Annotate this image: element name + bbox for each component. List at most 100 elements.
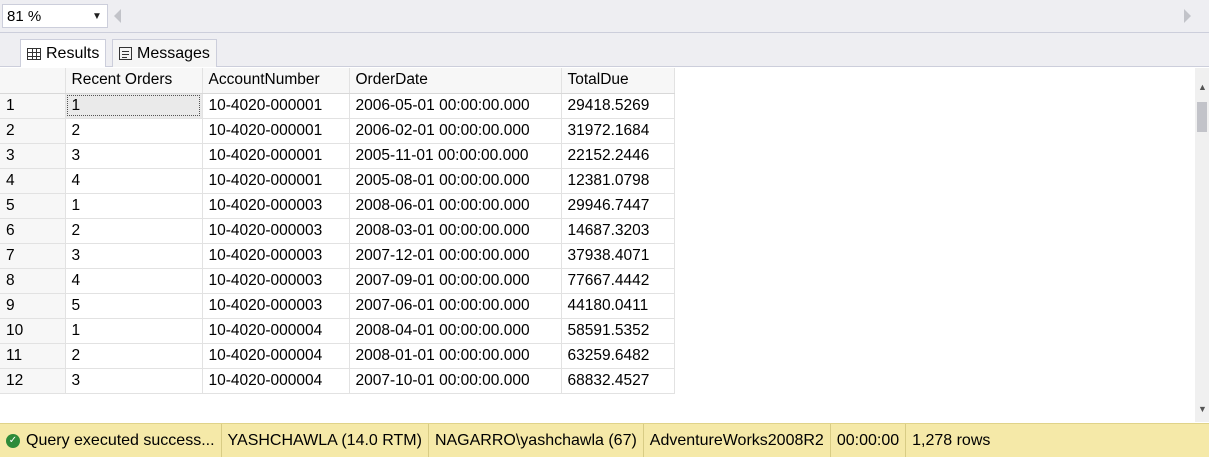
table-row[interactable]: 6 2 10-4020-000003 2008-03-01 00:00:00.000 1… [0,218,675,244]
scroll-right-icon[interactable] [1184,9,1191,23]
order-date-cell[interactable]: 2008-04-01 00:00:00.000 [349,318,562,344]
result-tabs: Results Messages [0,33,1209,67]
order-date-cell[interactable]: 2006-02-01 00:00:00.000 [349,118,562,144]
account-number-cell[interactable]: 10-4020-000003 [202,268,350,294]
results-table: Recent Orders AccountNumber OrderDate To… [0,68,675,394]
order-date-cell[interactable]: 2005-11-01 00:00:00.000 [349,143,562,169]
status-user: NAGARRO\yashchawla (67) [429,424,644,457]
table-row[interactable]: 7 3 10-4020-000003 2007-12-01 00:00:00.000 3… [0,243,675,269]
recent-orders-cell[interactable]: 1 [65,318,203,344]
scroll-up-icon[interactable]: ▲ [1198,82,1207,92]
row-header-corner[interactable] [0,68,66,94]
messages-icon [119,47,132,60]
account-number-cell[interactable]: 10-4020-000001 [202,93,350,119]
table-row[interactable]: 5 1 10-4020-000003 2008-06-01 00:00:00.000 2… [0,193,675,219]
table-row[interactable]: 9 5 10-4020-000003 2007-06-01 00:00:00.000 4… [0,293,675,319]
account-number-cell[interactable]: 10-4020-000004 [202,343,350,369]
scroll-left-icon[interactable] [114,9,121,23]
row-number-cell[interactable]: 2 [0,118,66,144]
row-number-cell[interactable]: 8 [0,268,66,294]
order-date-cell[interactable]: 2005-08-01 00:00:00.000 [349,168,562,194]
status-server: YASHCHAWLA (14.0 RTM) [222,424,429,457]
zoom-toolbar: 81 % ▼ [0,0,1209,33]
order-date-cell[interactable]: 2006-05-01 00:00:00.000 [349,93,562,119]
column-header-total-due[interactable]: TotalDue [561,68,675,94]
tab-messages[interactable]: Messages [112,39,217,67]
table-row[interactable]: 2 2 10-4020-000001 2006-02-01 00:00:00.000 3… [0,118,675,144]
account-number-cell[interactable]: 10-4020-000004 [202,318,350,344]
recent-orders-cell[interactable]: 3 [65,368,203,394]
table-row[interactable]: 4 4 10-4020-000001 2005-08-01 00:00:00.000 1… [0,168,675,194]
account-number-cell[interactable]: 10-4020-000001 [202,143,350,169]
order-date-cell[interactable]: 2008-03-01 00:00:00.000 [349,218,562,244]
recent-orders-cell[interactable]: 4 [65,268,203,294]
recent-orders-cell[interactable]: 2 [65,343,203,369]
order-date-cell[interactable]: 2007-09-01 00:00:00.000 [349,268,562,294]
results-grid[interactable]: Recent Orders AccountNumber OrderDate To… [0,68,1195,422]
recent-orders-cell[interactable]: 2 [65,118,203,144]
row-number-cell[interactable]: 9 [0,293,66,319]
recent-orders-cell[interactable]: 1 [65,93,203,119]
total-due-cell[interactable]: 44180.0411 [561,293,675,319]
row-number-cell[interactable]: 3 [0,143,66,169]
row-number-cell[interactable]: 10 [0,318,66,344]
scroll-down-icon[interactable]: ▼ [1198,404,1207,414]
total-due-cell[interactable]: 29418.5269 [561,93,675,119]
status-rows: 1,278 rows [912,431,991,449]
account-number-cell[interactable]: 10-4020-000003 [202,218,350,244]
row-number-cell[interactable]: 11 [0,343,66,369]
account-number-cell[interactable]: 10-4020-000003 [202,243,350,269]
total-due-cell[interactable]: 22152.2446 [561,143,675,169]
zoom-dropdown[interactable]: 81 % ▼ [2,4,108,28]
order-date-cell[interactable]: 2008-06-01 00:00:00.000 [349,193,562,219]
column-header-order-date[interactable]: OrderDate [349,68,562,94]
row-number-cell[interactable]: 6 [0,218,66,244]
recent-orders-cell[interactable]: 5 [65,293,203,319]
table-row[interactable]: 11 2 10-4020-000004 2008-01-01 00:00:00.000… [0,343,675,369]
row-number-cell[interactable]: 5 [0,193,66,219]
status-database: AdventureWorks2008R2 [644,424,831,457]
account-number-cell[interactable]: 10-4020-000003 [202,293,350,319]
account-number-cell[interactable]: 10-4020-000003 [202,193,350,219]
column-header-recent-orders[interactable]: Recent Orders [65,68,203,94]
total-due-cell[interactable]: 58591.5352 [561,318,675,344]
account-number-cell[interactable]: 10-4020-000001 [202,168,350,194]
tab-results[interactable]: Results [20,39,107,67]
row-number-cell[interactable]: 12 [0,368,66,394]
grid-icon [27,47,41,60]
total-due-cell[interactable]: 14687.3203 [561,218,675,244]
recent-orders-cell[interactable]: 1 [65,193,203,219]
row-number-cell[interactable]: 1 [0,93,66,119]
account-number-cell[interactable]: 10-4020-000004 [202,368,350,394]
column-header-account-number[interactable]: AccountNumber [202,68,350,94]
row-number-cell[interactable]: 4 [0,168,66,194]
total-due-cell[interactable]: 37938.4071 [561,243,675,269]
total-due-cell[interactable]: 12381.0798 [561,168,675,194]
table-row[interactable]: 1 1 10-4020-000001 2006-05-01 00:00:00.000 2… [0,93,675,119]
total-due-cell[interactable]: 77667.4442 [561,268,675,294]
table-row[interactable]: 8 4 10-4020-000003 2007-09-01 00:00:00.000 7… [0,268,675,294]
total-due-cell[interactable]: 63259.6482 [561,343,675,369]
total-due-cell[interactable]: 31972.1684 [561,118,675,144]
table-row[interactable]: 3 3 10-4020-000001 2005-11-01 00:00:00.000 2… [0,143,675,169]
recent-orders-cell[interactable]: 3 [65,143,203,169]
status-elapsed: 00:00:00 [831,424,907,457]
zoom-value: 81 % [7,7,42,25]
header-row: Recent Orders AccountNumber OrderDate To… [0,68,675,94]
recent-orders-cell[interactable]: 3 [65,243,203,269]
order-date-cell[interactable]: 2007-06-01 00:00:00.000 [349,293,562,319]
account-number-cell[interactable]: 10-4020-000001 [202,118,350,144]
table-row[interactable]: 12 3 10-4020-000004 2007-10-01 00:00:00.000… [0,368,675,394]
scroll-thumb[interactable] [1197,102,1207,132]
vertical-scrollbar[interactable]: ▲ ▼ [1195,68,1209,422]
order-date-cell[interactable]: 2007-10-01 00:00:00.000 [349,368,562,394]
chevron-down-icon[interactable]: ▼ [87,11,107,22]
recent-orders-cell[interactable]: 2 [65,218,203,244]
recent-orders-cell[interactable]: 4 [65,168,203,194]
row-number-cell[interactable]: 7 [0,243,66,269]
order-date-cell[interactable]: 2008-01-01 00:00:00.000 [349,343,562,369]
table-row[interactable]: 10 1 10-4020-000004 2008-04-01 00:00:00.000… [0,318,675,344]
order-date-cell[interactable]: 2007-12-01 00:00:00.000 [349,243,562,269]
total-due-cell[interactable]: 68832.4527 [561,368,675,394]
total-due-cell[interactable]: 29946.7447 [561,193,675,219]
